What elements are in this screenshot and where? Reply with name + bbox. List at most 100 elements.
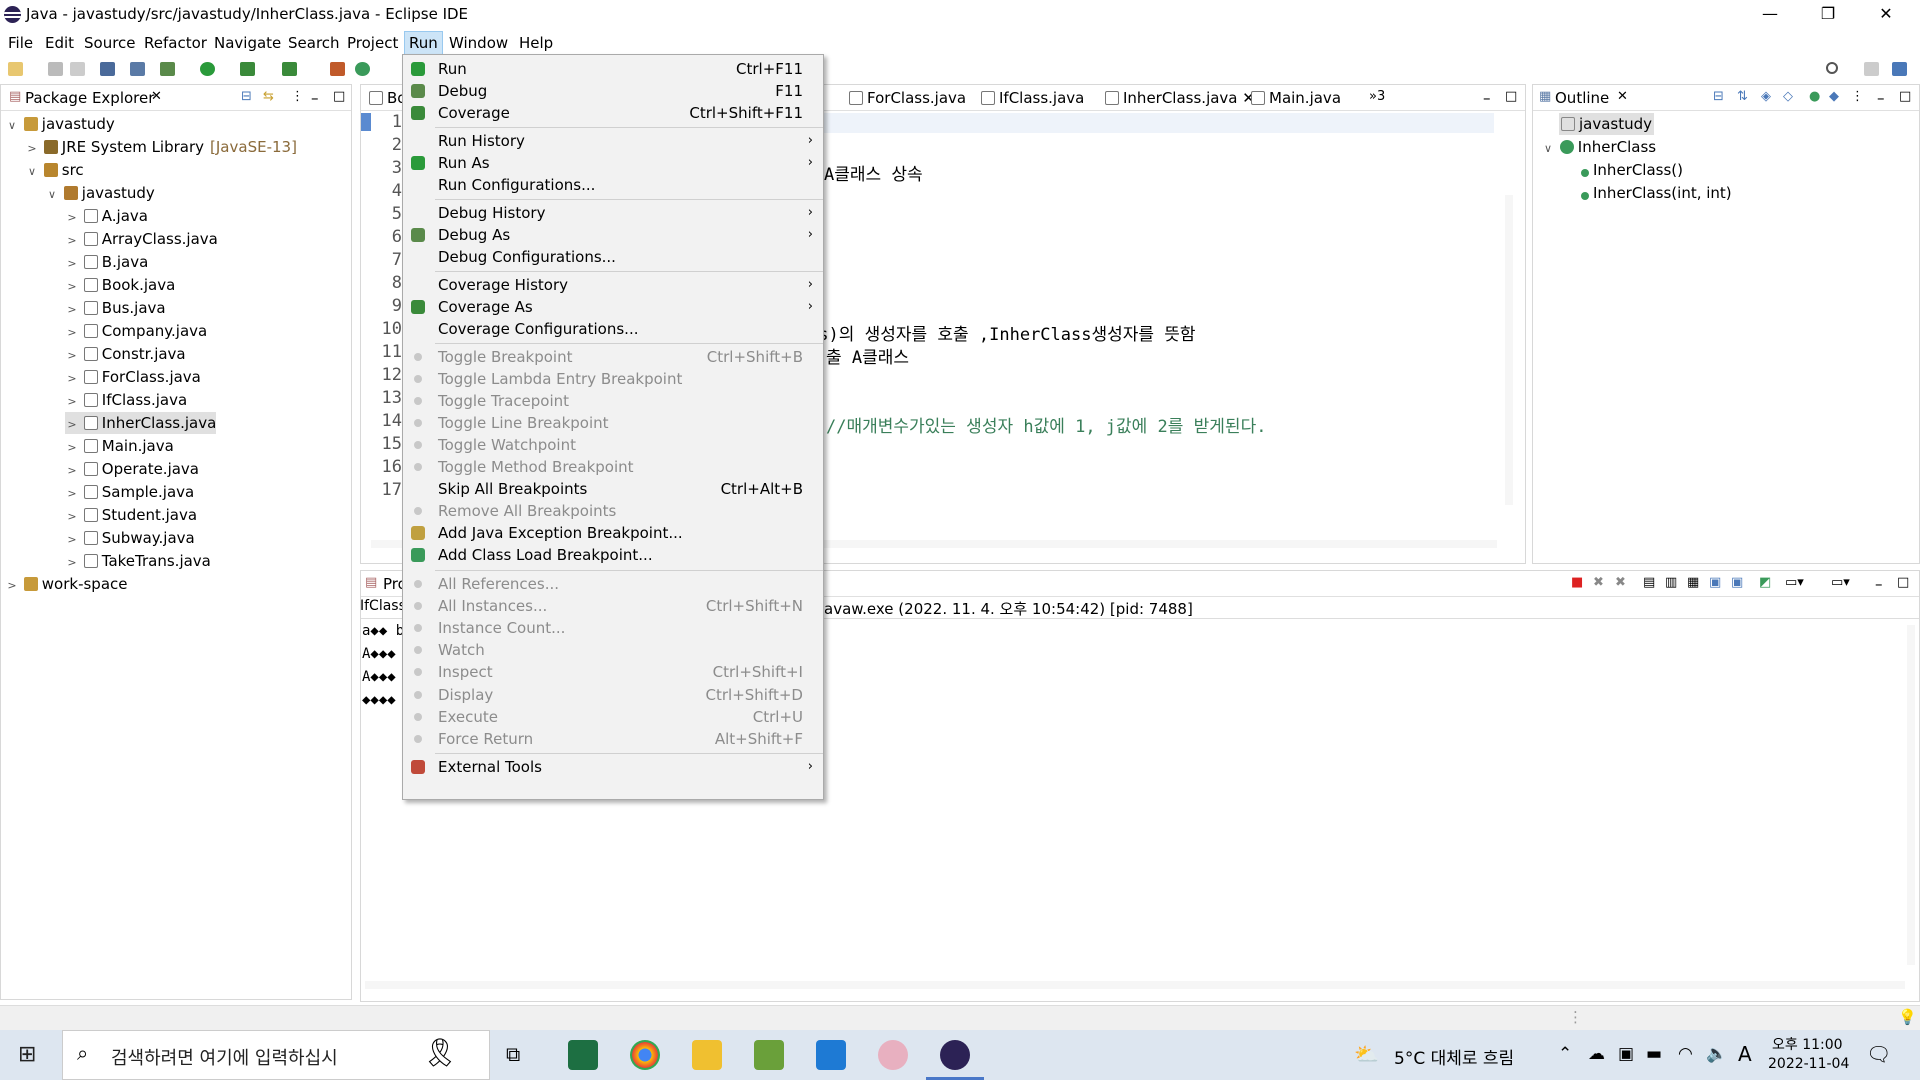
menu-item[interactable]: Coverage As ›: [403, 297, 823, 317]
menu-item[interactable]: Run Configurations...: [403, 175, 823, 195]
editor-tab-forclass[interactable]: ForClass.java: [849, 89, 966, 107]
collapse-all-icon[interactable]: ⊟: [241, 89, 252, 104]
menu-item[interactable]: Force Return Alt+Shift+F: [403, 729, 823, 749]
excel-icon[interactable]: [568, 1040, 598, 1070]
external-tools-icon[interactable]: [282, 62, 297, 76]
new-java-class-icon[interactable]: [355, 62, 370, 76]
tree-item[interactable]: > IfClass.java: [65, 389, 187, 411]
tree-toggle-icon[interactable]: >: [65, 529, 79, 551]
notification-icon[interactable]: 🗨: [1866, 1042, 1891, 1066]
menu-item[interactable]: Watch: [403, 640, 823, 660]
open-console-icon[interactable]: ▭▾: [1831, 575, 1850, 590]
tree-toggle-icon[interactable]: >: [65, 276, 79, 298]
menu-item[interactable]: Debug F11: [403, 81, 823, 101]
tree-item[interactable]: > Bus.java: [65, 297, 165, 319]
vscode-icon[interactable]: [816, 1040, 846, 1070]
tree-item[interactable]: > Book.java: [65, 274, 175, 296]
save-icon[interactable]: [48, 62, 63, 76]
clock-date[interactable]: 2022-11-04: [1768, 1056, 1849, 1072]
hide-nonpublic-icon[interactable]: ●: [1809, 89, 1820, 104]
display-console-icon[interactable]: ▭▾: [1785, 575, 1804, 590]
show-stdout-icon[interactable]: ▣: [1709, 575, 1721, 590]
minimize-view-icon[interactable]: –: [1877, 89, 1885, 107]
view-menu-icon[interactable]: ⋮: [291, 89, 304, 104]
menu-search[interactable]: Search: [284, 32, 344, 54]
tree-toggle-icon[interactable]: >: [65, 322, 79, 344]
menu-item[interactable]: Instance Count...: [403, 618, 823, 638]
tree-item[interactable]: ∨ javastudy: [5, 113, 115, 135]
tree-toggle-icon[interactable]: >: [65, 460, 79, 482]
minimize-button[interactable]: —: [1742, 0, 1798, 30]
maximize-view-icon[interactable]: □: [333, 89, 345, 104]
windows-start-icon[interactable]: ⊞: [18, 1042, 36, 1067]
open-perspective-icon[interactable]: [1864, 62, 1879, 76]
tree-toggle-icon[interactable]: >: [65, 414, 79, 436]
code-line-10[interactable]: ss)의 생성자를 호출 ,InherClass생성자를 뜻함: [808, 320, 1196, 345]
tree-item[interactable]: > Student.java: [65, 504, 197, 526]
tree-toggle-icon[interactable]: >: [65, 483, 79, 505]
tip-lightbulb-icon[interactable]: 💡: [1898, 1008, 1917, 1026]
terminate-icon[interactable]: ■: [1571, 575, 1583, 590]
menu-item[interactable]: Toggle Breakpoint Ctrl+Shift+B: [403, 347, 823, 367]
vertical-scrollbar[interactable]: [1907, 625, 1915, 965]
weather-text[interactable]: 5°C 대체로 흐림: [1394, 1044, 1514, 1069]
menu-item[interactable]: All References...: [403, 574, 823, 594]
snipping-tool-icon[interactable]: [878, 1040, 908, 1070]
clear-console-icon[interactable]: ▤: [1643, 575, 1655, 590]
view-menu-icon[interactable]: ⋮: [1851, 89, 1864, 104]
maximize-view-icon[interactable]: □: [1899, 89, 1911, 104]
show-hidden-icons-icon[interactable]: ⌃: [1558, 1044, 1572, 1064]
tree-toggle-icon[interactable]: >: [65, 552, 79, 574]
tree-toggle-icon[interactable]: >: [65, 207, 79, 229]
menu-navigate[interactable]: Navigate: [210, 32, 285, 54]
menu-item[interactable]: Run Ctrl+F11: [403, 59, 823, 79]
hide-static-icon[interactable]: ◇: [1783, 89, 1793, 104]
menu-item[interactable]: Display Ctrl+Shift+D: [403, 685, 823, 705]
tree-item[interactable]: > Company.java: [65, 320, 207, 342]
pin-console-icon[interactable]: ◩: [1759, 575, 1771, 590]
battery-icon[interactable]: ▬: [1646, 1044, 1662, 1064]
menu-item[interactable]: External Tools ›: [403, 757, 823, 777]
new-java-package-icon[interactable]: [330, 62, 345, 76]
minimize-view-icon[interactable]: –: [1483, 89, 1491, 107]
tree-toggle-icon[interactable]: >: [65, 437, 79, 459]
tree-toggle-icon[interactable]: >: [25, 138, 39, 160]
menu-item[interactable]: Coverage Configurations...: [403, 319, 823, 339]
tree-item[interactable]: > Subway.java: [65, 527, 194, 551]
menu-item[interactable]: Skip All Breakpoints Ctrl+Alt+B: [403, 479, 823, 499]
terminal-icon[interactable]: [100, 62, 115, 76]
tree-toggle-icon[interactable]: >: [65, 345, 79, 367]
menu-item[interactable]: Toggle Watchpoint: [403, 435, 823, 455]
hide-fields-icon[interactable]: ◈: [1761, 89, 1771, 104]
tree-toggle-icon[interactable]: >: [5, 575, 19, 597]
clock-time[interactable]: 오후 11:00: [1772, 1034, 1843, 1054]
tree-toggle-icon[interactable]: >: [65, 230, 79, 252]
save-all-icon[interactable]: [70, 62, 85, 76]
tree-toggle-icon[interactable]: ∨: [5, 115, 19, 137]
collapse-all-icon[interactable]: ⊟: [1713, 89, 1724, 104]
outline-item-constructor-args[interactable]: InherClass(int, int): [1581, 182, 1732, 204]
menu-item[interactable]: Add Java Exception Breakpoint...: [403, 523, 823, 543]
scroll-lock-icon[interactable]: ▥: [1665, 575, 1677, 590]
link-editor-icon[interactable]: ⇆: [263, 89, 274, 104]
tree-item[interactable]: > B.java: [65, 251, 148, 273]
remove-launch-icon[interactable]: ✖: [1593, 575, 1604, 590]
tree-item[interactable]: > Constr.java: [65, 343, 185, 367]
chrome-icon[interactable]: [630, 1040, 660, 1070]
editor-tab-ifclass[interactable]: IfClass.java: [981, 89, 1084, 107]
menu-edit[interactable]: Edit: [41, 32, 78, 54]
menu-item[interactable]: Toggle Method Breakpoint: [403, 457, 823, 477]
tree-item[interactable]: > A.java: [65, 205, 148, 227]
minimize-view-icon[interactable]: –: [1875, 575, 1883, 593]
tree-item[interactable]: > ArrayClass.java: [65, 228, 217, 252]
tree-item[interactable]: > Operate.java: [65, 458, 199, 480]
image-editor-icon[interactable]: [754, 1040, 784, 1070]
skip-breakpoints-icon[interactable]: [130, 62, 145, 76]
remove-all-icon[interactable]: ✖: [1615, 575, 1626, 590]
hide-local-types-icon[interactable]: ◆: [1829, 89, 1839, 104]
menu-item[interactable]: Inspect Ctrl+Shift+I: [403, 662, 823, 682]
outline-item-class[interactable]: ∨ InherClass: [1541, 136, 1656, 158]
tree-item[interactable]: > TakeTrans.java: [65, 550, 210, 574]
menu-item[interactable]: Toggle Line Breakpoint: [403, 413, 823, 433]
menu-item[interactable]: Debug As ›: [403, 225, 823, 245]
